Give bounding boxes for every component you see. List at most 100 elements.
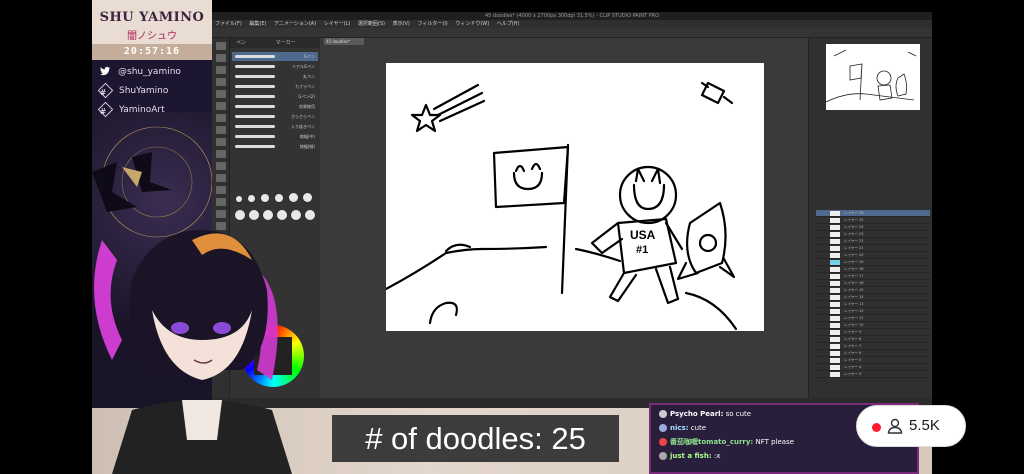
- tool-button[interactable]: [216, 78, 226, 86]
- tool-button[interactable]: [216, 162, 226, 170]
- chat-username: just a fish:: [670, 452, 712, 460]
- command-bar[interactable]: [212, 28, 932, 38]
- layer-item[interactable]: レイヤー 20: [816, 252, 930, 259]
- avatar: [659, 410, 667, 418]
- layer-item[interactable]: レイヤー 23: [816, 231, 930, 238]
- channel-brand: SHU YAMINO 闇ノシュウ: [92, 0, 212, 44]
- layer-item[interactable]: レイヤー 18: [816, 266, 930, 273]
- social-twitter: @shu_yamino: [96, 63, 216, 81]
- layer-item[interactable]: レイヤー 8: [816, 336, 930, 343]
- layer-item[interactable]: レイヤー 17: [816, 273, 930, 280]
- brush-item[interactable]: 線幅(細): [232, 142, 318, 151]
- menu-item[interactable]: レイヤー(L): [324, 21, 351, 27]
- menu-item[interactable]: 表示(V): [393, 21, 410, 27]
- social-handle: @shu_yamino: [118, 67, 181, 77]
- layer-item[interactable]: レイヤー 21: [816, 245, 930, 252]
- brush-item[interactable]: Gペン: [232, 52, 318, 61]
- avatar: [659, 438, 667, 446]
- layer-item[interactable]: レイヤー 12: [816, 308, 930, 315]
- brush-item[interactable]: 線幅(中): [232, 132, 318, 141]
- chat-username: nics:: [670, 424, 689, 432]
- tool-button[interactable]: [216, 138, 226, 146]
- tool-button[interactable]: [216, 42, 226, 50]
- layer-item[interactable]: レイヤー 13: [816, 301, 930, 308]
- layer-item[interactable]: レイヤー 14: [816, 294, 930, 301]
- document-tab[interactable]: 45 doodles*: [324, 38, 364, 45]
- brush-item[interactable]: 効果線用: [232, 102, 318, 111]
- layer-item[interactable]: レイヤー 25: [816, 217, 930, 224]
- chat-text: cute: [690, 424, 707, 432]
- chat-message: just a fish: :x: [659, 449, 720, 463]
- person-icon: [886, 417, 904, 435]
- brush-item[interactable]: カブラペン: [232, 82, 318, 91]
- chat-username: Psycho Pearl:: [670, 410, 724, 418]
- brush-item[interactable]: さらさらペン: [232, 112, 318, 121]
- menu-item[interactable]: ウィンドウ(W): [455, 21, 489, 27]
- avatar: [659, 452, 667, 460]
- brush-item[interactable]: リアルGペン: [232, 62, 318, 71]
- avatar: [659, 424, 667, 432]
- window-title: 45 doodles* (4000 x 2700px 300dpi 31.5%)…: [212, 12, 932, 20]
- social-hashtag: YaminoArt: [119, 105, 165, 115]
- chat-message: Psycho Pearl: so cute: [659, 407, 751, 421]
- chat-text: :x: [713, 452, 721, 460]
- chat-text: so cute: [725, 410, 752, 418]
- twitter-icon: [98, 65, 112, 79]
- layer-item[interactable]: レイヤー 5: [816, 357, 930, 364]
- tool-button[interactable]: [216, 102, 226, 110]
- canvas-text-usa: USA: [630, 228, 656, 242]
- layer-item[interactable]: レイヤー 15: [816, 287, 930, 294]
- layer-item[interactable]: レイヤー 26: [816, 210, 930, 217]
- tab-pen[interactable]: ペン: [236, 40, 246, 46]
- layer-item[interactable]: レイヤー 4: [816, 364, 930, 371]
- layer-item[interactable]: レイヤー 6: [816, 350, 930, 357]
- menu-bar: ファイル(F) 編集(E) アニメーション(A) レイヤー(L) 選択範囲(S)…: [212, 20, 932, 28]
- subtool-tabs[interactable]: ペン マーカー: [230, 38, 320, 48]
- viewer-count: 5.5K: [909, 417, 940, 434]
- tool-button[interactable]: [216, 150, 226, 158]
- social-hashtag-2: # YaminoArt: [96, 101, 216, 119]
- layer-item[interactable]: レイヤー 11: [816, 315, 930, 322]
- tool-button[interactable]: [216, 186, 226, 194]
- tool-button[interactable]: [216, 54, 226, 62]
- doodle-drawing: USA #1: [386, 81, 738, 331]
- layer-item[interactable]: レイヤー 3: [816, 371, 930, 378]
- menu-item[interactable]: 選択範囲(S): [358, 21, 385, 27]
- menu-item[interactable]: ヘルプ(H): [497, 21, 520, 27]
- tab-marker[interactable]: マーカー: [276, 40, 296, 46]
- tool-button[interactable]: [216, 174, 226, 182]
- brand-name: SHU YAMINO: [99, 10, 205, 25]
- chat-text: NFT please: [755, 438, 795, 446]
- layer-item[interactable]: レイヤー 7: [816, 343, 930, 350]
- tool-button[interactable]: [216, 114, 226, 122]
- brand-subtitle: 闇ノシュウ: [127, 31, 177, 42]
- menu-item[interactable]: ファイル(F): [215, 21, 242, 27]
- stream-clock: 20:57:16: [92, 44, 212, 60]
- layer-item[interactable]: レイヤー 24: [816, 224, 930, 231]
- layer-item[interactable]: レイヤー 16: [816, 280, 930, 287]
- tool-button[interactable]: [216, 126, 226, 134]
- tool-button[interactable]: [216, 90, 226, 98]
- doodle-counter: # of doodles: 25: [365, 421, 586, 456]
- brush-item[interactable]: 入り抜きペン: [232, 122, 318, 131]
- drawing-canvas[interactable]: USA #1: [386, 63, 764, 331]
- navigator-preview[interactable]: [825, 44, 920, 110]
- layer-item[interactable]: レイヤー 9: [816, 329, 930, 336]
- canvas-text-number: #1: [636, 244, 648, 256]
- brush-item[interactable]: Gペン(2): [232, 92, 318, 101]
- tool-button[interactable]: [216, 66, 226, 74]
- social-hashtag: ShuYamino: [119, 86, 169, 96]
- menu-item[interactable]: 編集(E): [249, 21, 266, 27]
- menu-item[interactable]: アニメーション(A): [274, 21, 316, 27]
- layer-item[interactable]: レイヤー 19: [816, 259, 930, 266]
- menu-item[interactable]: フィルター(I): [417, 21, 447, 27]
- hashtag-icon: #: [97, 101, 114, 118]
- brush-item[interactable]: 丸ペン: [232, 72, 318, 81]
- layer-item[interactable]: レイヤー 10: [816, 322, 930, 329]
- live-indicator-icon: [872, 423, 881, 432]
- layer-item[interactable]: レイヤー 22: [816, 238, 930, 245]
- chat-message: 番茄咖喱tomato_curry: NFT please: [659, 435, 794, 449]
- vtuber-avatar: [92, 200, 322, 474]
- social-hashtag-1: # ShuYamino: [96, 82, 216, 100]
- chat-username: 番茄咖喱tomato_curry:: [670, 438, 754, 446]
